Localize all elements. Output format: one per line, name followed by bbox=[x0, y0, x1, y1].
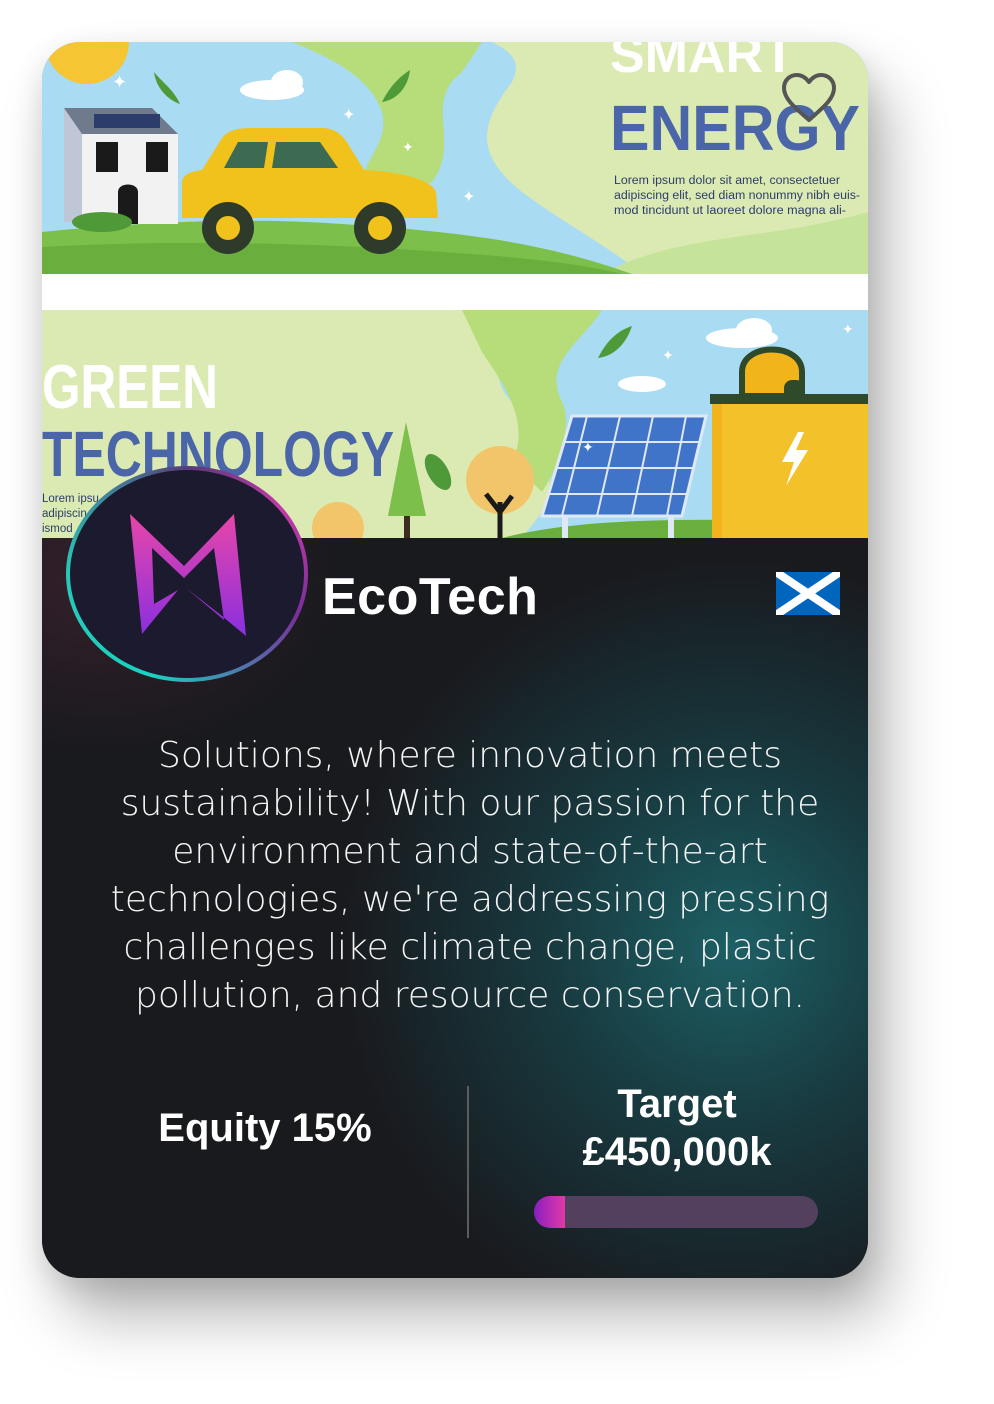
target-amount: Target £450,000k bbox=[522, 1080, 832, 1176]
stats-divider bbox=[467, 1086, 469, 1238]
target-label: Target bbox=[617, 1082, 737, 1126]
scotland-flag-icon bbox=[773, 568, 843, 619]
banner-top-body-1: Lorem ipsum dolor sit amet, consectetuer bbox=[614, 175, 840, 187]
funding-progress-fill bbox=[534, 1196, 566, 1228]
company-name: EcoTech bbox=[322, 568, 539, 626]
banner-top-body-2: adipiscing elit, sed diam nonummy nibh e… bbox=[614, 190, 860, 202]
banner-bottom-body-3: ismod bbox=[42, 523, 73, 535]
funding-progress-bar bbox=[534, 1196, 818, 1228]
svg-text:✦: ✦ bbox=[112, 72, 127, 93]
svg-text:✦: ✦ bbox=[582, 440, 594, 456]
company-description: Solutions, where innovation meets sustai… bbox=[110, 735, 830, 1016]
favorite-button[interactable] bbox=[780, 72, 838, 124]
banner-bottom-heading-1: GREEN bbox=[42, 353, 218, 422]
startup-card[interactable]: ✦ ✦ ✦ ✦ SMART ENERGY Lorem ipsum dolor s… bbox=[42, 42, 868, 1278]
banner-image: ✦ ✦ ✦ ✦ SMART ENERGY Lorem ipsum dolor s… bbox=[42, 42, 868, 538]
target-value: £450,000k bbox=[582, 1130, 772, 1174]
svg-text:✦: ✦ bbox=[842, 322, 854, 338]
equity-label: Equity 15% bbox=[158, 1106, 372, 1150]
company-logo-avatar bbox=[66, 466, 308, 682]
banner-top-heading-partial: SMART bbox=[610, 42, 795, 84]
svg-text:✦: ✦ bbox=[342, 105, 355, 124]
banner-bottom-body-2: adipiscin bbox=[42, 508, 87, 520]
banner-illustration: ✦ ✦ ✦ ✦ SMART ENERGY Lorem ipsum dolor s… bbox=[42, 42, 868, 538]
heart-outline-icon bbox=[782, 73, 836, 122]
svg-text:✦: ✦ bbox=[402, 140, 414, 156]
svg-text:✦: ✦ bbox=[662, 348, 674, 364]
svg-text:✦: ✦ bbox=[462, 187, 475, 206]
banner-bottom-body-1: Lorem ipsu bbox=[42, 493, 99, 505]
banner-top-body-3: mod tincidunt ut laoreet dolore magna al… bbox=[614, 205, 846, 217]
m-monogram-logo bbox=[130, 514, 246, 636]
